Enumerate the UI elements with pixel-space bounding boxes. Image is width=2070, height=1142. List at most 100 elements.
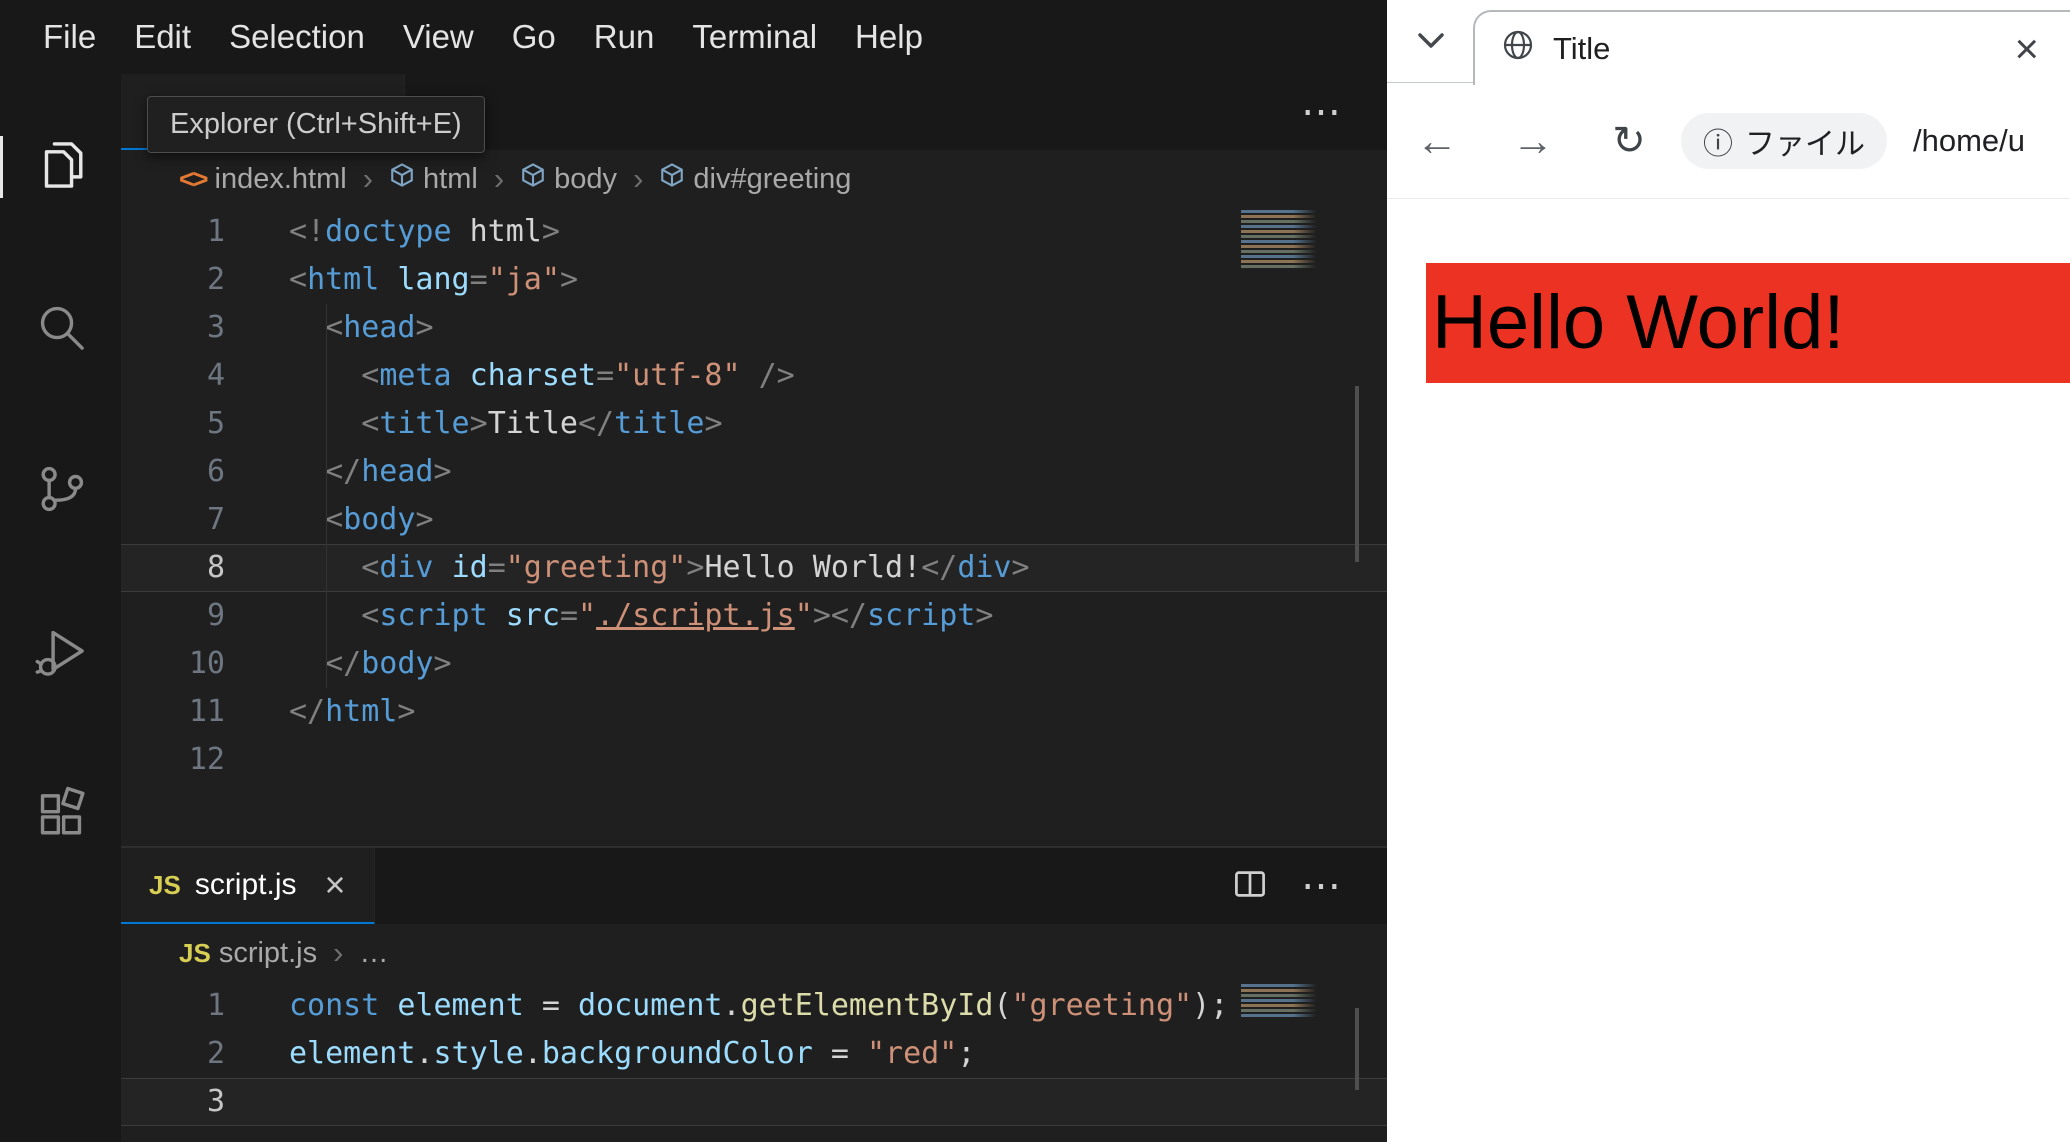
line-number: 4	[206, 358, 225, 393]
breadcrumb-segment-div-greeting[interactable]: div#greeting	[693, 163, 851, 196]
browser-tab[interactable]: Title ×	[1473, 10, 2070, 85]
menu-item-help[interactable]: Help	[836, 18, 942, 56]
browser-window: Title × ← → ↻ ⓘ ファイル /home/u Hello World…	[1387, 0, 2070, 1142]
address-bar[interactable]: /home/u	[1913, 123, 2025, 159]
code-line[interactable]: 12	[121, 736, 1387, 784]
js-file-icon: JS	[149, 869, 181, 900]
code-line[interactable]: 2 <html lang="ja">	[121, 256, 1387, 304]
code-line[interactable]: 3 <head>	[121, 304, 1387, 352]
screen: File Edit Selection View Go Run Terminal Help	[0, 0, 2070, 1142]
line-number: 1	[206, 214, 225, 249]
line-number: 9	[206, 598, 225, 633]
minimap[interactable]	[1241, 210, 1325, 268]
code-line[interactable]: 3	[121, 1078, 1387, 1126]
breadcrumb-segment-html[interactable]: html	[423, 163, 478, 196]
search-icon	[32, 298, 90, 361]
breadcrumb: <> index.html › html › body › div#greeti…	[121, 150, 1387, 208]
editor-script-js[interactable]: 1 const element = document.getElementById…	[121, 982, 1387, 1142]
breadcrumb: JS script.js › …	[121, 924, 1387, 982]
chevron-right-icon: ›	[333, 935, 344, 970]
code-line[interactable]: 8 <div id="greeting">Hello World!</div>	[121, 544, 1387, 592]
code-line[interactable]: 10 </body>	[121, 640, 1387, 688]
run-and-debug-icon	[32, 622, 90, 685]
info-icon: ⓘ	[1703, 127, 1733, 161]
code-text: <meta charset="utf-8" />	[289, 358, 795, 393]
menu-item-view[interactable]: View	[384, 18, 493, 56]
line-number: 2	[206, 262, 225, 297]
menu-item-terminal[interactable]: Terminal	[673, 18, 836, 56]
line-number: 5	[206, 406, 225, 441]
minimap[interactable]	[1241, 984, 1325, 1018]
code-line[interactable]: 5 <title>Title</title>	[121, 400, 1387, 448]
menu-item-file[interactable]: File	[24, 18, 115, 56]
back-icon[interactable]: ←	[1415, 117, 1459, 165]
js-file-icon: JS	[179, 937, 211, 968]
code-line[interactable]: 4 <meta charset="utf-8" />	[121, 352, 1387, 400]
code-text: <div id="greeting">Hello World!</div>	[289, 550, 1030, 585]
tab-script-js[interactable]: JS script.js ×	[121, 848, 375, 924]
symbol-cube-icon	[520, 162, 546, 196]
more-actions-icon[interactable]: ⋯	[1301, 866, 1343, 906]
menu-item-selection[interactable]: Selection	[210, 18, 384, 56]
explorer-tooltip: Explorer (Ctrl+Shift+E)	[147, 96, 485, 153]
close-tab-icon[interactable]: ×	[325, 867, 346, 903]
symbol-cube-icon	[659, 162, 685, 196]
breadcrumb-file[interactable]: script.js	[219, 937, 317, 970]
menu-item-edit[interactable]: Edit	[115, 18, 210, 56]
code-line[interactable]: 2 element.style.backgroundColor = "red";	[121, 1030, 1387, 1078]
line-number: 7	[206, 502, 225, 537]
close-tab-icon[interactable]: ×	[2014, 27, 2039, 70]
browser-page: Hello World!	[1387, 263, 2070, 1142]
forward-icon[interactable]: →	[1511, 117, 1555, 165]
activity-extensions[interactable]	[0, 734, 121, 896]
code-line[interactable]: 1 <!doctype html>	[121, 208, 1387, 256]
chevron-right-icon: ›	[633, 161, 644, 196]
reload-icon[interactable]: ↻	[1607, 118, 1651, 164]
html-file-icon: <>	[179, 163, 209, 194]
code-line[interactable]: 7 <body>	[121, 496, 1387, 544]
breadcrumb-segment-body[interactable]: body	[554, 163, 617, 196]
line-number: 12	[188, 742, 225, 777]
editor-scrollbar[interactable]	[1355, 1008, 1359, 1090]
breadcrumb-ellipsis[interactable]: …	[359, 937, 388, 970]
activity-source-control[interactable]	[0, 410, 121, 572]
line-number: 2	[206, 1036, 225, 1071]
browser-tab-title: Title	[1553, 30, 1611, 66]
code-line[interactable]: 11 </html>	[121, 688, 1387, 736]
source-control-icon	[32, 460, 90, 523]
symbol-cube-icon	[389, 162, 415, 196]
code-line[interactable]: 1 const element = document.getElementById…	[121, 982, 1387, 1030]
editor-area: <> index.html × ⋯ Explorer (Ctrl+Shift+E…	[121, 74, 1387, 1142]
vscode-window: File Edit Selection View Go Run Terminal Help	[0, 0, 1387, 1142]
activity-bar	[0, 74, 121, 1142]
menu-bar: File Edit Selection View Go Run Terminal Help	[0, 0, 1387, 74]
code-text: const element = document.getElementById(…	[289, 988, 1229, 1023]
globe-favicon	[1501, 28, 1535, 70]
code-text: <html lang="ja">	[289, 262, 578, 297]
line-number: 1	[206, 988, 225, 1023]
chevron-down-icon[interactable]	[1417, 32, 1445, 55]
menu-item-run[interactable]: Run	[575, 18, 674, 56]
code-text: </head>	[289, 454, 452, 489]
activity-run-debug[interactable]	[0, 572, 121, 734]
line-number: 3	[206, 310, 225, 345]
more-actions-icon[interactable]: ⋯	[1301, 92, 1343, 132]
line-number: 10	[188, 646, 225, 681]
indent-guide	[326, 304, 327, 688]
greeting-banner: Hello World!	[1426, 263, 2070, 383]
file-scheme-chip[interactable]: ⓘ ファイル	[1681, 112, 1887, 169]
split-editor-icon[interactable]	[1233, 867, 1267, 906]
activity-search[interactable]	[0, 248, 121, 410]
line-number: 3	[206, 1084, 225, 1119]
line-number: 8	[206, 550, 225, 585]
activity-explorer[interactable]	[0, 86, 121, 248]
code-text: <head>	[289, 310, 434, 345]
code-line[interactable]: 9 <script src="./script.js"></script>	[121, 592, 1387, 640]
code-lines: 1 const element = document.getElementById…	[121, 982, 1387, 1126]
code-line[interactable]: 6 </head>	[121, 448, 1387, 496]
breadcrumb-file[interactable]: index.html	[215, 163, 347, 196]
editor-index-html[interactable]: 1 <!doctype html> 2 <html lang="ja"> 3 <head…	[121, 208, 1387, 846]
editor-scrollbar[interactable]	[1355, 386, 1359, 562]
menu-item-go[interactable]: Go	[493, 18, 575, 56]
tab-label: script.js	[194, 868, 297, 901]
